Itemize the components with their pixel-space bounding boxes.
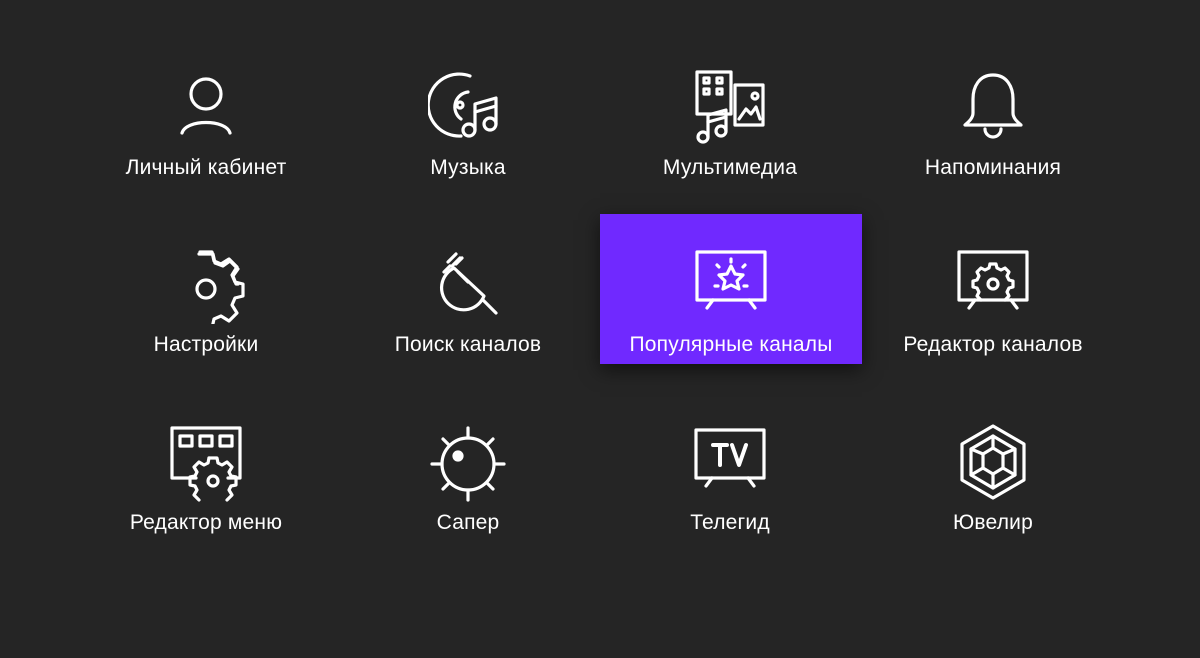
menu-item-label: Редактор меню: [129, 511, 283, 534]
menu-item-account[interactable]: Личный кабинет: [75, 37, 337, 187]
menu-item-tv-guide[interactable]: Телегид: [599, 392, 861, 542]
menu-item-popular-channels[interactable]: Популярные каналы: [600, 214, 862, 364]
menu-item-multimedia[interactable]: Мультимедиа: [599, 37, 861, 187]
user-icon: [166, 67, 246, 147]
menu-item-channel-search[interactable]: Поиск каналов: [337, 214, 599, 364]
menu-item-jeweler[interactable]: Ювелир: [862, 392, 1124, 542]
gem-icon: [953, 422, 1033, 502]
menu-item-channel-editor[interactable]: Редактор каналов: [862, 214, 1124, 364]
satellite-search-icon: [428, 244, 508, 324]
menu-item-label: Поиск каналов: [394, 333, 542, 356]
menu-item-label: Редактор каналов: [903, 333, 1083, 356]
menu-editor-icon: [166, 422, 246, 502]
bell-icon: [953, 67, 1033, 147]
menu-item-label: Напоминания: [924, 156, 1062, 179]
menu-item-label: Мультимедиа: [662, 156, 798, 179]
menu-item-label: Популярные каналы: [629, 333, 833, 356]
multimedia-icon: [690, 67, 770, 147]
menu-item-minesweeper[interactable]: Сапер: [337, 392, 599, 542]
menu-item-music[interactable]: Музыка: [337, 37, 599, 187]
menu-item-menu-editor[interactable]: Редактор меню: [75, 392, 337, 542]
tv-gear-icon: [953, 244, 1033, 324]
tv-star-icon: [691, 244, 771, 324]
menu-item-label: Сапер: [436, 511, 500, 534]
menu-item-reminders[interactable]: Напоминания: [862, 37, 1124, 187]
menu-item-label: Настройки: [153, 333, 259, 356]
tv-guide-icon: [690, 422, 770, 502]
menu-item-settings[interactable]: Настройки: [75, 214, 337, 364]
menu-item-label: Ювелир: [953, 511, 1033, 534]
gear-icon: [166, 244, 246, 324]
mine-icon: [428, 422, 508, 502]
menu-item-label: Музыка: [430, 156, 506, 179]
music-icon: [428, 67, 508, 147]
menu-item-label: Телегид: [690, 511, 770, 534]
menu-item-label: Личный кабинет: [125, 156, 287, 179]
